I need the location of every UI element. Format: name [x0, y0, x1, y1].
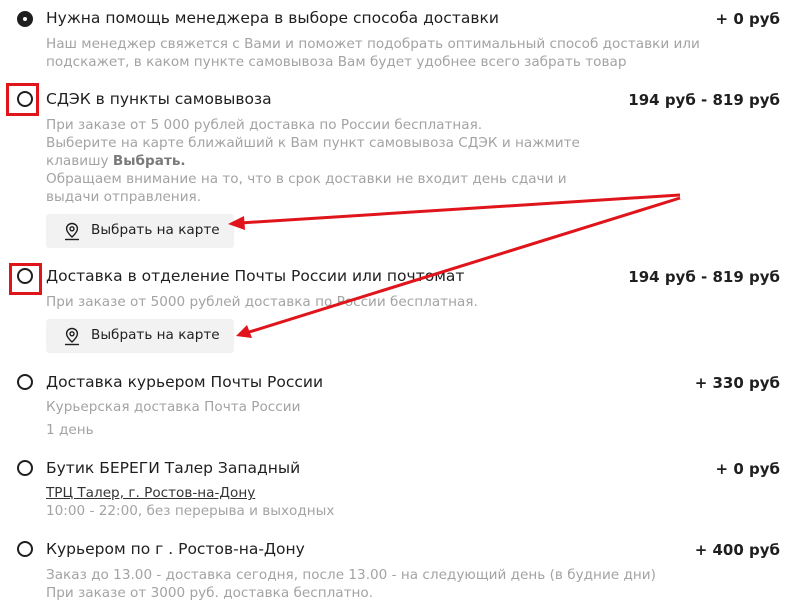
- option-title: Бутик БЕРЕГИ Талер Западный: [46, 459, 301, 477]
- select-on-map-button[interactable]: Выбрать на карте: [46, 214, 234, 248]
- option-price: 194 руб - 819 руб: [628, 91, 780, 109]
- option-description-bold: Выбрать.: [112, 153, 186, 169]
- radio-city-courier[interactable]: [17, 541, 33, 557]
- option-description-text: клавишу: [46, 153, 113, 169]
- store-address-link[interactable]: ТРЦ Талер, г. Ростов-на-Дону: [46, 484, 255, 503]
- option-description-line: При заказе от 3000 руб. доставка бесплат…: [46, 585, 374, 601]
- map-pin-icon: [62, 326, 82, 346]
- radio-boutique[interactable]: [17, 460, 33, 476]
- option-description-line: подскажет, в каком пункте самовывоза Вам…: [46, 54, 627, 70]
- option-title: СДЭК в пункты самовывоза: [46, 90, 272, 108]
- option-price: + 0 руб: [715, 10, 780, 28]
- option-title: Доставка курьером Почты России: [46, 373, 324, 391]
- select-on-map-label: Выбрать на карте: [91, 327, 220, 343]
- annotation-arrow: [245, 196, 681, 335]
- option-price: + 400 руб: [694, 541, 780, 559]
- option-description-line: Курьерская доставка Почта России: [46, 399, 301, 415]
- option-description-line: При заказе от 5 000 рублей доставка по Р…: [46, 117, 483, 133]
- option-description-line: 10:00 - 22:00, без перерыва и выходных: [46, 503, 335, 519]
- option-title: Курьером по г . Ростов-на-Дону: [46, 540, 305, 558]
- option-description-line: При заказе от 5000 рублей доставка по Ро…: [46, 294, 478, 310]
- option-title: Нужна помощь менеджера в выборе способа …: [46, 9, 499, 27]
- select-on-map-button[interactable]: Выбрать на карте: [46, 319, 234, 353]
- option-description-line: клавишу Выбрать.: [46, 152, 186, 171]
- option-description-line: 1 день: [46, 422, 94, 438]
- option-price: 194 руб - 819 руб: [628, 268, 780, 286]
- option-description-line: выдачи отправления.: [46, 189, 202, 205]
- annotation-highlight-box: [6, 83, 39, 116]
- option-description-line: Заказ до 13.00 - доставка сегодня, после…: [46, 567, 656, 583]
- radio-post-courier[interactable]: [17, 374, 33, 390]
- option-description-line: Обращаем внимание на то, что в срок дост…: [46, 171, 567, 187]
- annotation-arrowhead: [236, 325, 252, 338]
- option-price: + 330 руб: [694, 374, 780, 392]
- annotation-arrow: [239, 193, 681, 225]
- option-description-line: Выберите на карте ближайший к Вам пункт …: [46, 135, 580, 151]
- option-price: + 0 руб: [715, 460, 780, 478]
- radio-manager-help[interactable]: [17, 11, 33, 27]
- option-title: Доставка в отделение Почты России или по…: [46, 267, 465, 285]
- map-pin-icon: [62, 221, 82, 241]
- option-description-line: Наш менеджер свяжется с Вами и поможет п…: [46, 36, 700, 52]
- select-on-map-label: Выбрать на карте: [91, 222, 220, 238]
- annotation-highlight-box: [9, 263, 42, 295]
